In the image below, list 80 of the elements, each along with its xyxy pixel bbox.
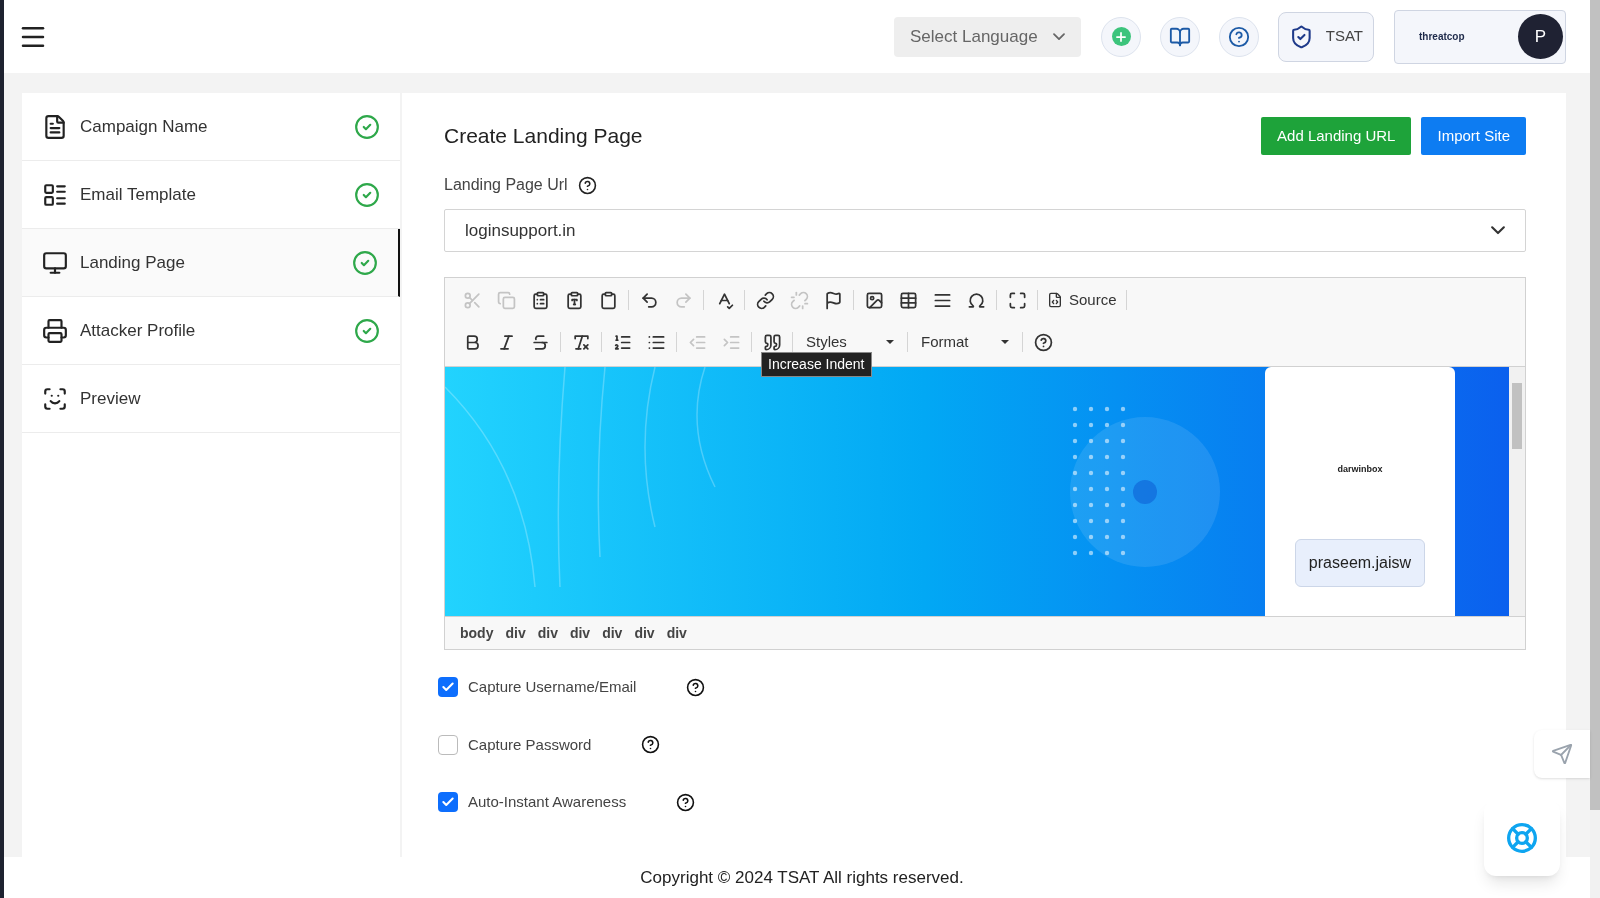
help-icon[interactable]	[686, 677, 706, 697]
element-path-item[interactable]: div	[569, 622, 591, 644]
table-icon	[898, 290, 918, 310]
sidebar-label: Preview	[80, 387, 142, 410]
style-dropdown[interactable]: Format	[911, 328, 1019, 356]
layout-icon	[42, 181, 68, 208]
help-icon	[1228, 25, 1250, 48]
sidebar-item[interactable]: Landing Page	[22, 229, 400, 297]
checkbox-label: Capture Password	[468, 734, 592, 755]
brand-logo: darwinbox	[1337, 463, 1383, 476]
sidebar-label: Landing Page	[80, 251, 186, 274]
sidebar-label: Campaign Name	[80, 115, 209, 138]
support-button[interactable]	[1484, 800, 1560, 876]
field-label: Landing Page Url	[444, 175, 568, 195]
sidebar-item[interactable]: Preview	[22, 365, 400, 433]
book-icon	[1169, 25, 1191, 48]
monitor-icon	[42, 249, 68, 276]
element-path-item[interactable]: div	[602, 622, 623, 644]
help-icon[interactable]	[676, 792, 696, 812]
document-icon	[42, 113, 68, 140]
checkbox[interactable]	[438, 792, 458, 813]
help-icon	[1033, 332, 1053, 352]
plus-icon	[1111, 27, 1131, 46]
maximize-icon	[1007, 290, 1027, 310]
caret-icon	[1001, 340, 1009, 344]
scan-icon	[42, 385, 68, 412]
scissors-icon	[462, 290, 482, 310]
sidebar-label: Attacker Profile	[80, 319, 197, 342]
action-button[interactable]: Import Site	[1421, 117, 1526, 155]
link-icon	[755, 290, 775, 310]
numbered-list-icon	[612, 332, 632, 352]
checkbox-label: Capture Username/Email	[468, 677, 637, 697]
help-icon[interactable]	[577, 175, 597, 195]
sidebar-item[interactable]: Campaign Name	[22, 93, 400, 161]
username-field: praseem.jaisw	[1295, 538, 1425, 587]
element-path-item[interactable]: div	[505, 622, 526, 644]
source-button[interactable]: Source	[1041, 286, 1123, 314]
checkbox-label: Auto-Instant Awareness	[468, 792, 627, 812]
element-path-item[interactable]: body	[460, 622, 494, 644]
org-logo: threatcop	[1419, 30, 1465, 44]
element-path-item[interactable]: div	[634, 622, 655, 644]
flag-icon	[823, 290, 843, 310]
paper-plane-icon	[1551, 743, 1573, 765]
product-button[interactable]: TSAT	[1278, 11, 1374, 62]
chevron-icon	[1491, 226, 1505, 235]
sidebar-item[interactable]: Attacker Profile	[22, 297, 400, 365]
page-scrollbar[interactable]	[1590, 0, 1600, 898]
redo-icon	[673, 290, 693, 310]
chevron-icon	[1053, 32, 1065, 41]
printer-icon	[42, 317, 68, 344]
copy-icon	[496, 290, 516, 310]
account-panel[interactable]: threatcop P	[1394, 9, 1566, 64]
code-file-icon	[1047, 292, 1063, 308]
language-select[interactable]: Select Language	[894, 16, 1081, 57]
url-select[interactable]: loginsupport.in	[444, 209, 1526, 252]
checkbox[interactable]	[438, 677, 458, 698]
sidebar-label: Email Template	[80, 183, 197, 206]
page-title: Create Landing Page	[444, 123, 643, 150]
strikethrough-icon	[530, 332, 550, 352]
element-path-item[interactable]: div	[537, 622, 558, 644]
avatar[interactable]: P	[1518, 14, 1563, 59]
element-path-item[interactable]: div	[666, 622, 687, 644]
help-icon[interactable]	[641, 735, 661, 755]
unlink-icon	[789, 290, 809, 310]
clipboard-icon	[530, 290, 550, 310]
undo-icon	[639, 290, 659, 310]
copyright-text: Copyright © 2024 TSAT All rights reserved.	[640, 866, 964, 889]
image-icon	[864, 290, 884, 310]
book-button[interactable]	[1160, 16, 1200, 57]
caret-icon	[886, 340, 894, 344]
tooltip: Increase Indent	[761, 352, 872, 377]
clipboard-text-icon	[564, 290, 584, 310]
clipboard-word-icon	[598, 290, 618, 310]
lifebuoy-icon	[1506, 822, 1538, 854]
remove-format-icon	[571, 332, 591, 352]
help-button[interactable]	[1219, 16, 1259, 57]
scrollbar[interactable]	[1509, 367, 1525, 616]
checkbox[interactable]	[438, 734, 458, 755]
omega-icon	[966, 290, 986, 310]
quote-icon	[762, 332, 782, 352]
